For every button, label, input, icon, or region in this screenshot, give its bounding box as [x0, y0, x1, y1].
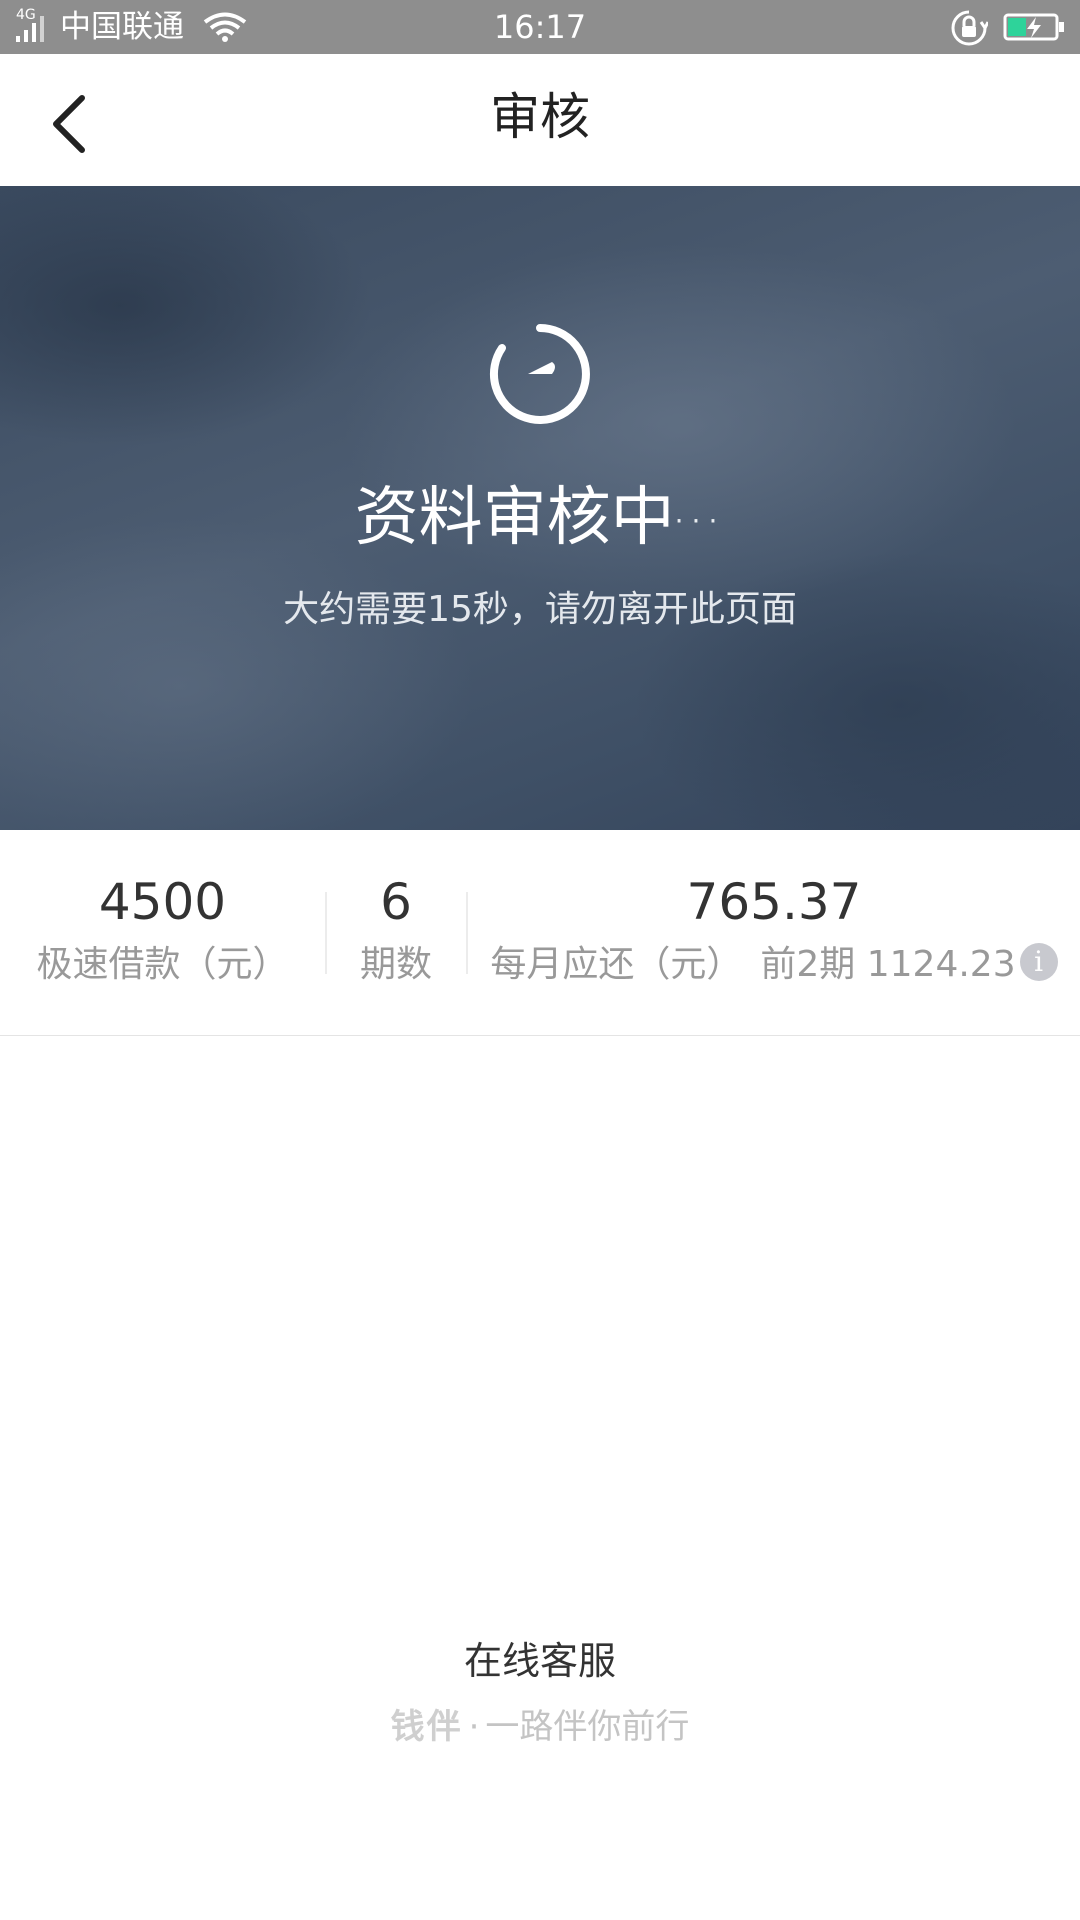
summary-divider [466, 892, 468, 974]
periods-label: 期数 [359, 944, 432, 985]
review-page: 4G 中国联通 16:17 审核 资料审核中··· 大约需要15秒，请勿离开此页… [0, 0, 1080, 1920]
slogan-separator: · [468, 1707, 480, 1747]
page-title: 审核 [490, 88, 590, 146]
online-service-link[interactable]: 在线客服 [0, 1636, 1080, 1686]
footer-slogan: 钱伴 · 一路伴你前行 [0, 1704, 1080, 1750]
review-status-title: 资料审核中··· [0, 478, 1080, 561]
battery-icon [1003, 13, 1064, 41]
periods-value: 6 [380, 873, 412, 931]
status-time: 16:17 [493, 8, 587, 46]
timer-icon [489, 324, 590, 424]
loan-summary: 4500 极速借款（元） 6 期数 765.37 每月应还（元） 前2期 1124… [0, 830, 1080, 1036]
monthly-payment-label: 每月应还（元） [490, 944, 743, 985]
first-periods-note: 前2期 1124.23 [760, 944, 1016, 985]
loading-dots: ··· [674, 504, 726, 538]
loan-amount-value: 4500 [98, 873, 227, 931]
review-status-banner: 资料审核中··· 大约需要15秒，请勿离开此页面 [0, 186, 1080, 830]
monthly-payment-block: 765.37 每月应还（元） 前2期 1124.23 i [486, 870, 1062, 988]
review-status-text: 资料审核中 [354, 481, 675, 555]
monthly-payment-value: 765.37 [686, 873, 862, 931]
nav-bar: 审核 [0, 54, 1080, 186]
status-bar: 4G 中国联通 16:17 [0, 0, 1080, 54]
loan-amount-label: 极速借款（元） [36, 944, 289, 985]
rotation-lock-icon [951, 10, 988, 46]
periods-block: 6 期数 [327, 870, 465, 988]
monthly-payment-label-row: 每月应还（元） 前2期 1124.23 i [486, 942, 1062, 988]
loan-amount-block: 4500 极速借款（元） [20, 870, 305, 988]
slogan-text: 一路伴你前行 [485, 1707, 690, 1747]
review-status-subtitle: 大约需要15秒，请勿离开此页面 [283, 589, 797, 630]
info-icon[interactable]: i [1019, 943, 1058, 981]
brand-logo: 钱伴 [390, 1707, 463, 1747]
